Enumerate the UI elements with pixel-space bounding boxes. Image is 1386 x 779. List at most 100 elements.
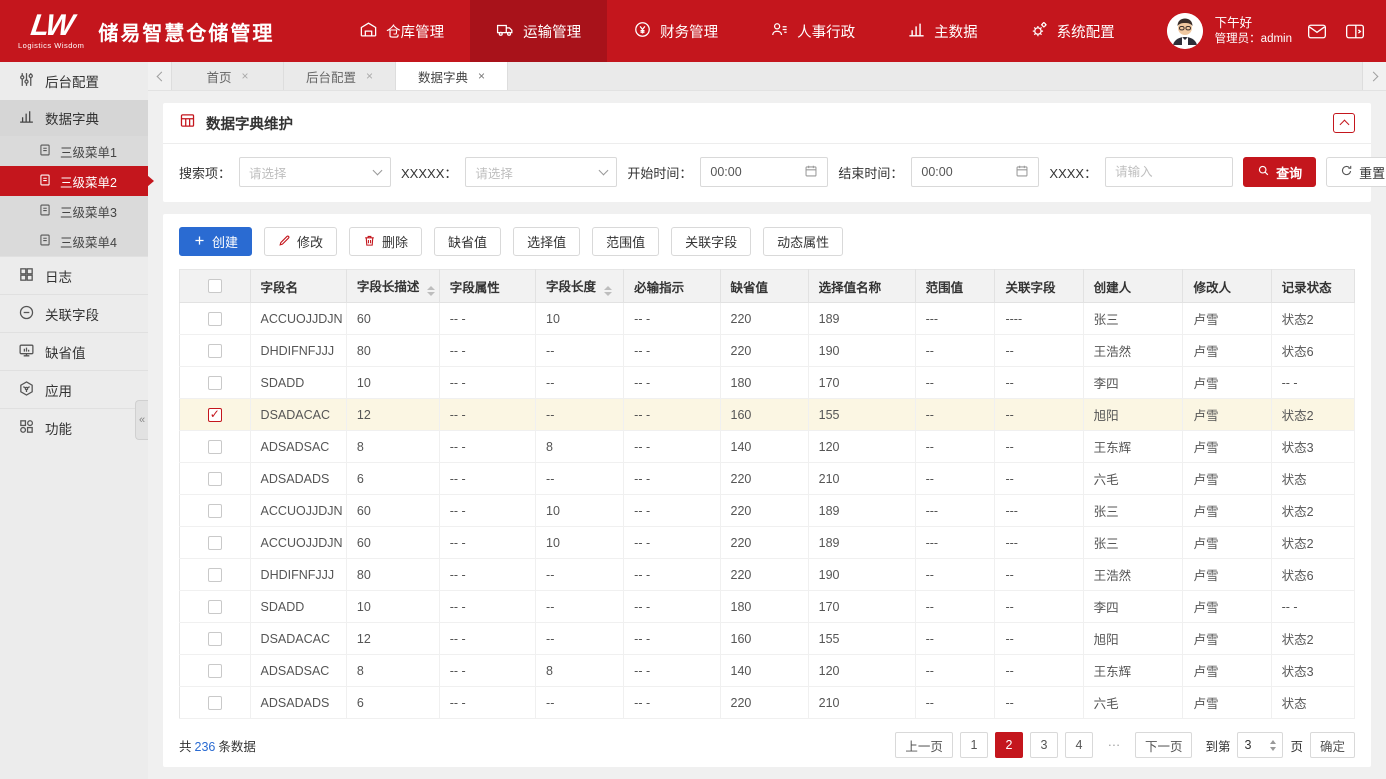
tab-backend-config[interactable]: 后台配置 × <box>284 62 396 90</box>
xxxxx-select[interactable]: 请选择 <box>465 157 617 187</box>
row-checkbox[interactable] <box>208 504 222 518</box>
spinner-icon[interactable] <box>1270 740 1276 751</box>
table-row[interactable]: SDADD10-- ----- -180170----李四卢雪-- - <box>180 367 1355 399</box>
row-checkbox[interactable] <box>208 376 222 390</box>
nav-item-warehouse[interactable]: 仓库管理 <box>333 0 470 62</box>
table-row[interactable]: SDADD10-- ----- -180170----李四卢雪-- - <box>180 591 1355 623</box>
xxxx-input[interactable] <box>1105 157 1233 187</box>
row-checkbox[interactable] <box>208 600 222 614</box>
table-row[interactable]: ACCUOJJDJN60-- -10-- -220189------张三卢雪状态… <box>180 495 1355 527</box>
sidebar-item-backend-config[interactable]: 后台配置 <box>0 62 148 100</box>
select-all-checkbox[interactable] <box>208 279 222 293</box>
end-time-input[interactable] <box>911 157 1039 187</box>
col-modifier[interactable]: 修改人 <box>1183 270 1271 303</box>
start-time-input[interactable] <box>700 157 828 187</box>
table-row[interactable]: ACCUOJJDJN60-- -10-- -220189-------张三卢雪状… <box>180 303 1355 335</box>
col-field-desc[interactable]: 字段长描述 <box>346 270 439 303</box>
end-time-value[interactable] <box>921 165 1001 179</box>
chevron-up-icon <box>1339 120 1349 130</box>
sort-icon[interactable] <box>604 286 612 296</box>
row-checkbox[interactable] <box>208 312 222 326</box>
panel-collapse-button[interactable] <box>1333 113 1355 133</box>
sidebar-item-submenu-1[interactable]: 三级菜单1 <box>0 136 148 166</box>
row-checkbox[interactable] <box>208 472 222 486</box>
sidebar-collapse-handle[interactable]: « <box>135 400 148 440</box>
default-value-button[interactable]: 缺省值 <box>434 227 501 256</box>
start-time-value[interactable] <box>710 165 790 179</box>
sidebar-item-submenu-4[interactable]: 三级菜单4 <box>0 226 148 256</box>
prev-page-button[interactable]: 上一页 <box>895 732 953 758</box>
select-value-button[interactable]: 选择值 <box>513 227 580 256</box>
row-checkbox[interactable] <box>208 664 222 678</box>
goto-page-input[interactable]: 3 <box>1237 732 1283 758</box>
nav-item-masterdata[interactable]: 主数据 <box>881 0 1004 62</box>
edit-button[interactable]: 修改 <box>264 227 337 256</box>
sidebar-item-functions[interactable]: 功能 <box>0 408 148 446</box>
close-icon[interactable]: × <box>366 69 373 83</box>
tabs-scroll-left-icon[interactable] <box>148 62 172 90</box>
range-value-button[interactable]: 范围值 <box>592 227 659 256</box>
search-item-select[interactable]: 请选择 <box>239 157 391 187</box>
row-checkbox[interactable] <box>208 344 222 358</box>
xxxx-value[interactable] <box>1115 165 1223 179</box>
nav-item-sysconfig[interactable]: 系统配置 <box>1004 0 1141 62</box>
page-ellipsis[interactable]: ··· <box>1100 732 1128 758</box>
avatar[interactable] <box>1167 13 1203 49</box>
table-row[interactable]: ADSADADS6-- ----- -220210----六毛卢雪状态 <box>180 687 1355 719</box>
sidebar-item-data-dictionary[interactable]: 数据字典 <box>0 100 148 136</box>
logout-icon[interactable] <box>1342 20 1368 42</box>
table-row[interactable]: DSADACAC12-- ----- -160155----旭阳卢雪状态2 <box>180 399 1355 431</box>
row-checkbox[interactable] <box>208 440 222 454</box>
sort-icon[interactable] <box>427 286 435 296</box>
page-button-3[interactable]: 3 <box>1030 732 1058 758</box>
col-select-name[interactable]: 选择值名称 <box>808 270 915 303</box>
create-button[interactable]: 创建 <box>179 227 252 256</box>
dynamic-attribute-button[interactable]: 动态属性 <box>763 227 843 256</box>
row-checkbox[interactable] <box>208 696 222 710</box>
col-related[interactable]: 关联字段 <box>995 270 1083 303</box>
related-field-button[interactable]: 关联字段 <box>671 227 751 256</box>
col-default[interactable]: 缺省值 <box>720 270 808 303</box>
col-status[interactable]: 记录状态 <box>1271 270 1354 303</box>
sidebar-item-related-fields[interactable]: 关联字段 <box>0 294 148 332</box>
table-row[interactable]: ADSADSAC8-- -8-- -140120----王东辉卢雪状态3 <box>180 655 1355 687</box>
page-button-4[interactable]: 4 <box>1065 732 1093 758</box>
sidebar-item-default-values[interactable]: 缺省值 <box>0 332 148 370</box>
tabs-scroll-right-icon[interactable] <box>1362 62 1386 90</box>
col-field-attr[interactable]: 字段属性 <box>439 270 535 303</box>
reset-button[interactable]: 重置 <box>1326 157 1386 187</box>
page-button-1[interactable]: 1 <box>960 732 988 758</box>
close-icon[interactable]: × <box>478 69 485 83</box>
col-required[interactable]: 必输指示 <box>624 270 720 303</box>
table-row[interactable]: ADSADSAC8-- -8-- -140120----王东辉卢雪状态3 <box>180 431 1355 463</box>
row-checkbox[interactable] <box>208 568 222 582</box>
row-checkbox[interactable] <box>208 408 222 422</box>
mail-icon[interactable] <box>1304 20 1330 42</box>
page-button-2[interactable]: 2 <box>995 732 1023 758</box>
sidebar-item-applications[interactable]: 应用 <box>0 370 148 408</box>
nav-item-finance[interactable]: 财务管理 <box>607 0 744 62</box>
nav-item-hr[interactable]: 人事行政 <box>744 0 881 62</box>
delete-button[interactable]: 删除 <box>349 227 422 256</box>
col-creator[interactable]: 创建人 <box>1083 270 1183 303</box>
col-field-length[interactable]: 字段长度 <box>536 270 624 303</box>
row-checkbox[interactable] <box>208 632 222 646</box>
table-row[interactable]: ACCUOJJDJN60-- -10-- -220189------张三卢雪状态… <box>180 527 1355 559</box>
table-row[interactable]: ADSADADS6-- ----- -220210----六毛卢雪状态 <box>180 463 1355 495</box>
sidebar-item-logs[interactable]: 日志 <box>0 256 148 294</box>
col-range[interactable]: 范围值 <box>915 270 995 303</box>
tab-data-dictionary[interactable]: 数据字典 × <box>396 62 508 90</box>
table-row[interactable]: DHDIFNFJJJ80-- ----- -220190----王浩然卢雪状态6 <box>180 559 1355 591</box>
nav-item-transport[interactable]: 运输管理 <box>470 0 607 62</box>
query-button[interactable]: 查询 <box>1243 157 1316 187</box>
table-row[interactable]: DHDIFNFJJJ80-- ----- -220190----王浩然卢雪状态6 <box>180 335 1355 367</box>
next-page-button[interactable]: 下一页 <box>1135 732 1193 758</box>
close-icon[interactable]: × <box>242 69 249 83</box>
table-row[interactable]: DSADACAC12-- ----- -160155----旭阳卢雪状态2 <box>180 623 1355 655</box>
sidebar-item-submenu-3[interactable]: 三级菜单3 <box>0 196 148 226</box>
tab-home[interactable]: 首页 × <box>172 62 284 90</box>
col-field-name[interactable]: 字段名 <box>250 270 346 303</box>
confirm-button[interactable]: 确定 <box>1310 732 1355 758</box>
sidebar-item-submenu-2[interactable]: 三级菜单2 <box>0 166 148 196</box>
row-checkbox[interactable] <box>208 536 222 550</box>
